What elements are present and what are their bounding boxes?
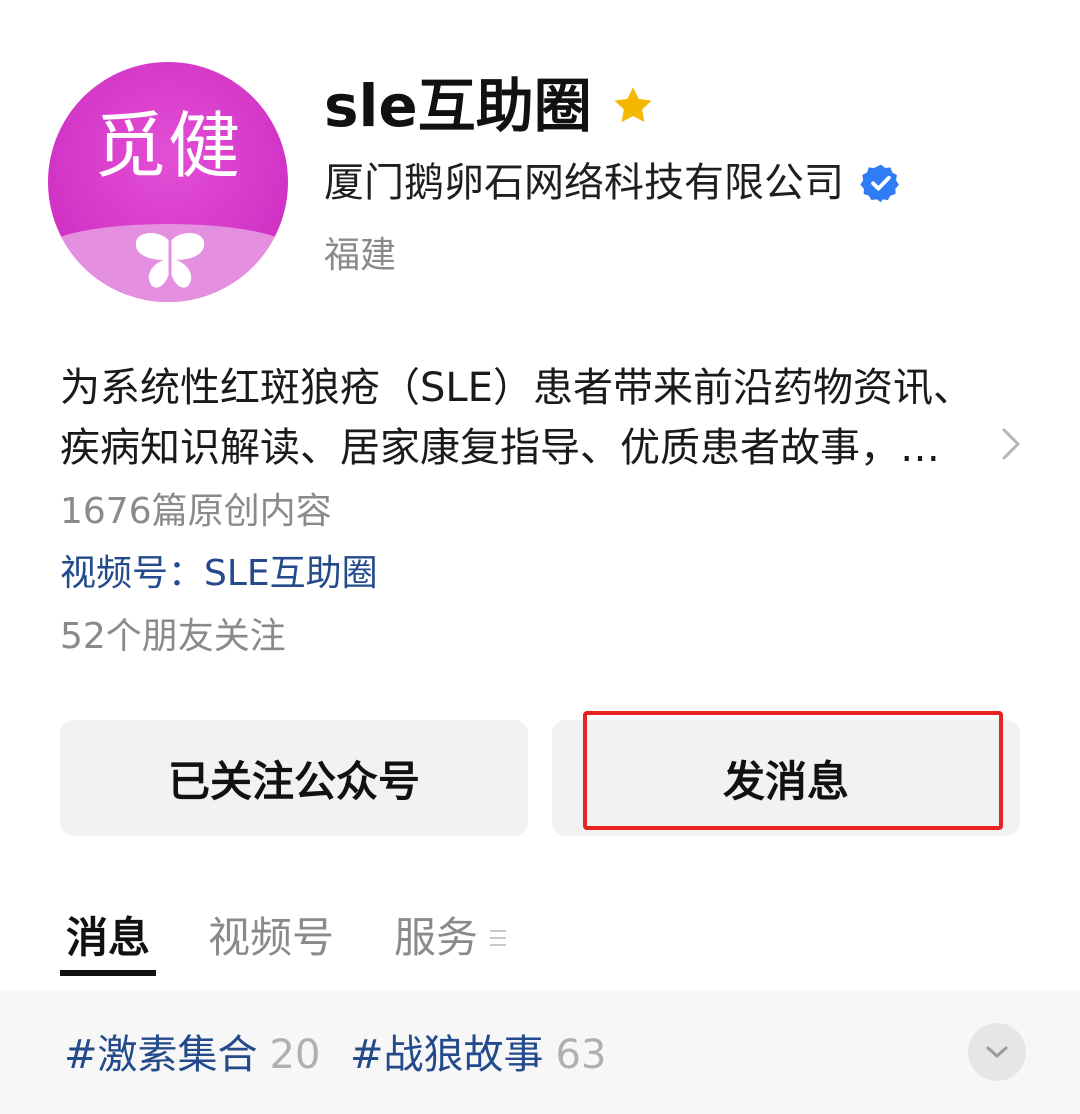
expand-topics-button[interactable] — [968, 1023, 1026, 1081]
region-label: 福建 — [324, 235, 397, 276]
company-row[interactable]: 厦门鹅卵石网络科技有限公司 — [324, 158, 902, 208]
description-line-1: 为系统性红斑狼疮（SLE）患者带来前沿药物资讯、 — [60, 365, 973, 411]
video-channel-link[interactable]: 视频号：SLE互助圈 — [60, 552, 378, 595]
topic-tag-count: 63 — [555, 1032, 607, 1078]
send-message-highlight — [583, 711, 1003, 830]
description-line-2: 疾病知识解读、居家康复指导、优质患者故事，… — [60, 425, 940, 471]
topic-tag-count: 20 — [269, 1032, 321, 1078]
original-content-count: 1676篇原创内容 — [60, 491, 332, 532]
topic-tag[interactable]: #战狼故事 63 — [350, 1030, 606, 1080]
verified-icon — [860, 164, 899, 203]
followed-account-button[interactable]: 已关注公众号 — [60, 720, 528, 836]
chevron-down-icon — [986, 1046, 1008, 1058]
butterfly-icon — [135, 233, 205, 288]
active-tab-underline — [60, 970, 156, 976]
topic-tag-name: #激素集合 — [64, 1032, 258, 1078]
tab-messages[interactable]: 消息 — [66, 908, 150, 968]
tab-services[interactable]: 服务 — [394, 908, 478, 968]
avatar[interactable]: 觅健 — [48, 62, 288, 302]
company-name: 厦门鹅卵石网络科技有限公司 — [324, 160, 844, 206]
friends-follow-count[interactable]: 52个朋友关注 — [60, 615, 286, 658]
star-icon[interactable] — [610, 83, 656, 129]
account-description[interactable]: 为系统性红斑狼疮（SLE）患者带来前沿药物资讯、 疾病知识解读、居家康复指导、优… — [60, 358, 1010, 478]
account-title: sle互助圈 — [324, 72, 592, 140]
topic-tag-name: #战狼故事 — [350, 1032, 544, 1078]
account-title-row: sle互助圈 — [324, 70, 656, 142]
tab-video-channel[interactable]: 视频号 — [208, 908, 334, 968]
chevron-right-icon[interactable] — [996, 424, 1026, 464]
topic-tag[interactable]: #激素集合 20 — [64, 1030, 320, 1080]
avatar-logo-text: 觅健 — [93, 104, 242, 188]
menu-icon[interactable] — [488, 926, 508, 950]
